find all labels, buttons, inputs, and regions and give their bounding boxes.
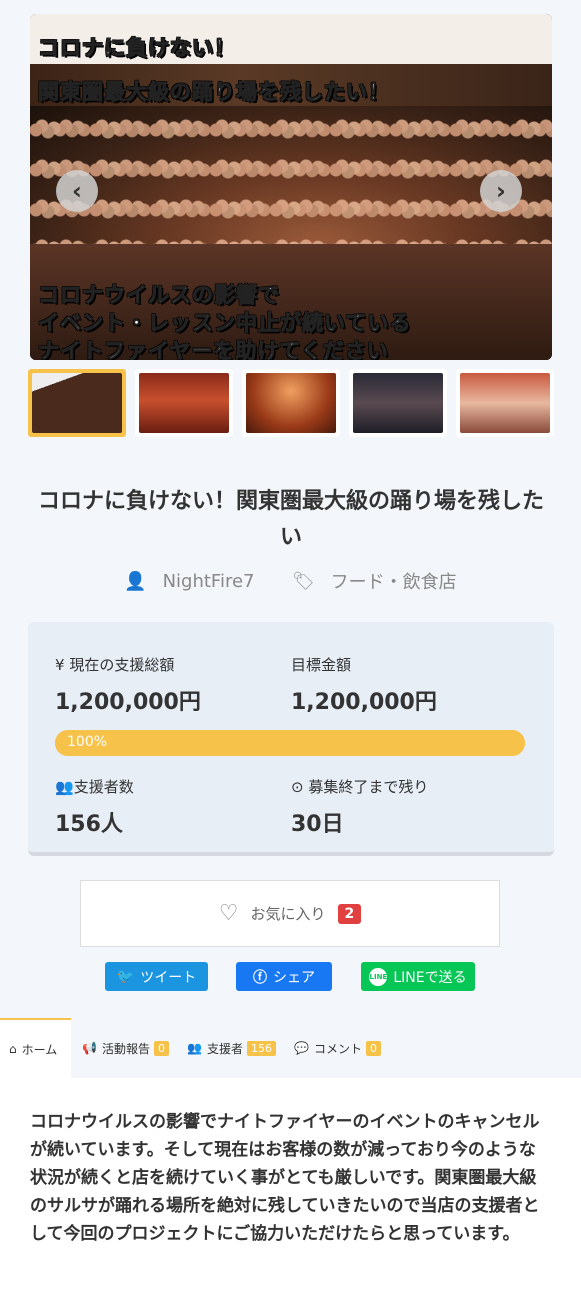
thumbnail-4[interactable] xyxy=(349,369,447,437)
line-icon: LINE xyxy=(369,967,388,986)
project-owner[interactable]: NightFire7 xyxy=(163,571,255,592)
remaining-value: 30日 xyxy=(291,812,344,837)
facebook-label: シェア xyxy=(273,969,315,986)
chevron-left-icon: ‹ xyxy=(72,177,82,205)
heart-icon: ♡ xyxy=(218,901,239,926)
current-amount-label: ¥ 現在の支援総額 xyxy=(55,656,175,674)
line-label: LINEで送る xyxy=(393,969,467,986)
tab-label: 支援者 xyxy=(206,1041,243,1056)
supporters-value: 156人 xyxy=(55,812,123,837)
users-icon: 👥 xyxy=(55,778,74,796)
thumbnail-image xyxy=(246,373,336,433)
tab-content: コロナウイルスの影響でナイトファイヤーのイベントのキャンセルが続いています。そし… xyxy=(0,1078,581,1297)
goal-amount-label: 目標金額 xyxy=(291,656,352,674)
tab-supporters[interactable]: 👥 支援者 156 xyxy=(187,1018,276,1078)
tab-label: 活動報告 xyxy=(101,1041,150,1056)
current-amount-value: 1,200,000円 xyxy=(55,690,201,715)
facebook-icon: ⓕ xyxy=(253,969,267,986)
yen-icon: ¥ xyxy=(55,656,70,674)
progress-fill xyxy=(55,730,525,756)
project-title: コロナに負けない！関東圏最大級の踊り場を残したい xyxy=(37,489,544,550)
thumbnail-image xyxy=(353,373,443,433)
thumbnail-2[interactable] xyxy=(135,369,233,437)
users-icon: 👥 xyxy=(187,1041,202,1055)
tab-label: コメント xyxy=(313,1041,362,1056)
slider-next-button[interactable]: › xyxy=(480,170,522,212)
hero-caption-title: コロナに負けない！ xyxy=(38,36,236,61)
hero-caption-line-2: イベント・レッスン中止が続いている xyxy=(37,311,412,336)
progress-text: 100% xyxy=(67,734,108,750)
tab-count-badge: 156 xyxy=(246,1040,276,1056)
project-category[interactable]: フード・飲食店 xyxy=(331,568,457,594)
clock-icon: ⊙ xyxy=(291,778,309,796)
tweet-button[interactable]: 🐦 ツイート xyxy=(105,962,208,991)
thumbnail-3[interactable] xyxy=(242,369,340,437)
tag-icon: 🏷 xyxy=(291,570,315,592)
hero-caption-line-3: ナイトファイヤーを助けてください xyxy=(38,339,389,361)
user-icon: 👤 xyxy=(124,570,147,592)
favorite-count-badge: 2 xyxy=(337,903,362,924)
facebook-share-button[interactable]: ⓕ シェア xyxy=(236,962,332,991)
favorite-button[interactable]: ♡ お気に入り 2 xyxy=(80,880,500,947)
chevron-right-icon: › xyxy=(496,177,506,205)
project-description: コロナウイルスの影響でナイトファイヤーのイベントのキャンセルが続いています。そし… xyxy=(30,1112,540,1244)
tab-bar: ⌂ ホーム 📢 活動報告 0 👥 支援者 156 💬 コメント 0 xyxy=(0,1018,581,1078)
hero-caption-subtitle: 関東圏最大級の踊り場を残したい！ xyxy=(38,80,390,105)
tab-count-badge: 0 xyxy=(365,1040,381,1056)
comment-icon: 💬 xyxy=(294,1041,309,1055)
tab-activity-report[interactable]: 📢 活動報告 0 xyxy=(82,1018,169,1078)
progress-bar: 100% xyxy=(55,730,525,756)
thumbnail-image xyxy=(460,373,550,433)
project-meta: 👤 NightFire7 🏷 フード・飲食店 xyxy=(0,568,581,594)
home-icon: ⌂ xyxy=(9,1042,17,1056)
line-share-button[interactable]: LINE LINEで送る xyxy=(361,962,475,991)
tab-comments[interactable]: 💬 コメント 0 xyxy=(294,1018,381,1078)
tab-home[interactable]: ⌂ ホーム xyxy=(0,1018,71,1078)
thumbnail-strip xyxy=(28,369,554,437)
twitter-icon: 🐦 xyxy=(116,968,135,985)
thumbnail-image xyxy=(139,373,229,433)
thumbnail-5[interactable] xyxy=(456,369,554,437)
tab-label: ホーム xyxy=(21,1042,58,1057)
tab-count-badge: 0 xyxy=(153,1040,169,1056)
thumbnail-image xyxy=(32,373,122,433)
tweet-label: ツイート xyxy=(140,969,197,986)
hero-crowd xyxy=(30,114,552,264)
supporters-label: 👥支援者数 xyxy=(55,778,134,796)
megaphone-icon: 📢 xyxy=(82,1041,97,1055)
thumbnail-1[interactable] xyxy=(28,369,126,437)
goal-amount-value: 1,200,000円 xyxy=(291,690,437,715)
slider-prev-button[interactable]: ‹ xyxy=(56,170,98,212)
funding-stats: ¥ 現在の支援総額 1,200,000円 目標金額 1,200,000円 100… xyxy=(28,622,554,856)
favorite-label: お気に入り xyxy=(250,905,326,923)
hero-caption-line-1: コロナウイルスの影響で xyxy=(38,283,280,308)
hero-slider[interactable]: コロナに負けない！ 関東圏最大級の踊り場を残したい！ コロナウイルスの影響で イ… xyxy=(30,14,552,360)
remaining-label: ⊙ 募集終了まで残り xyxy=(291,778,429,796)
